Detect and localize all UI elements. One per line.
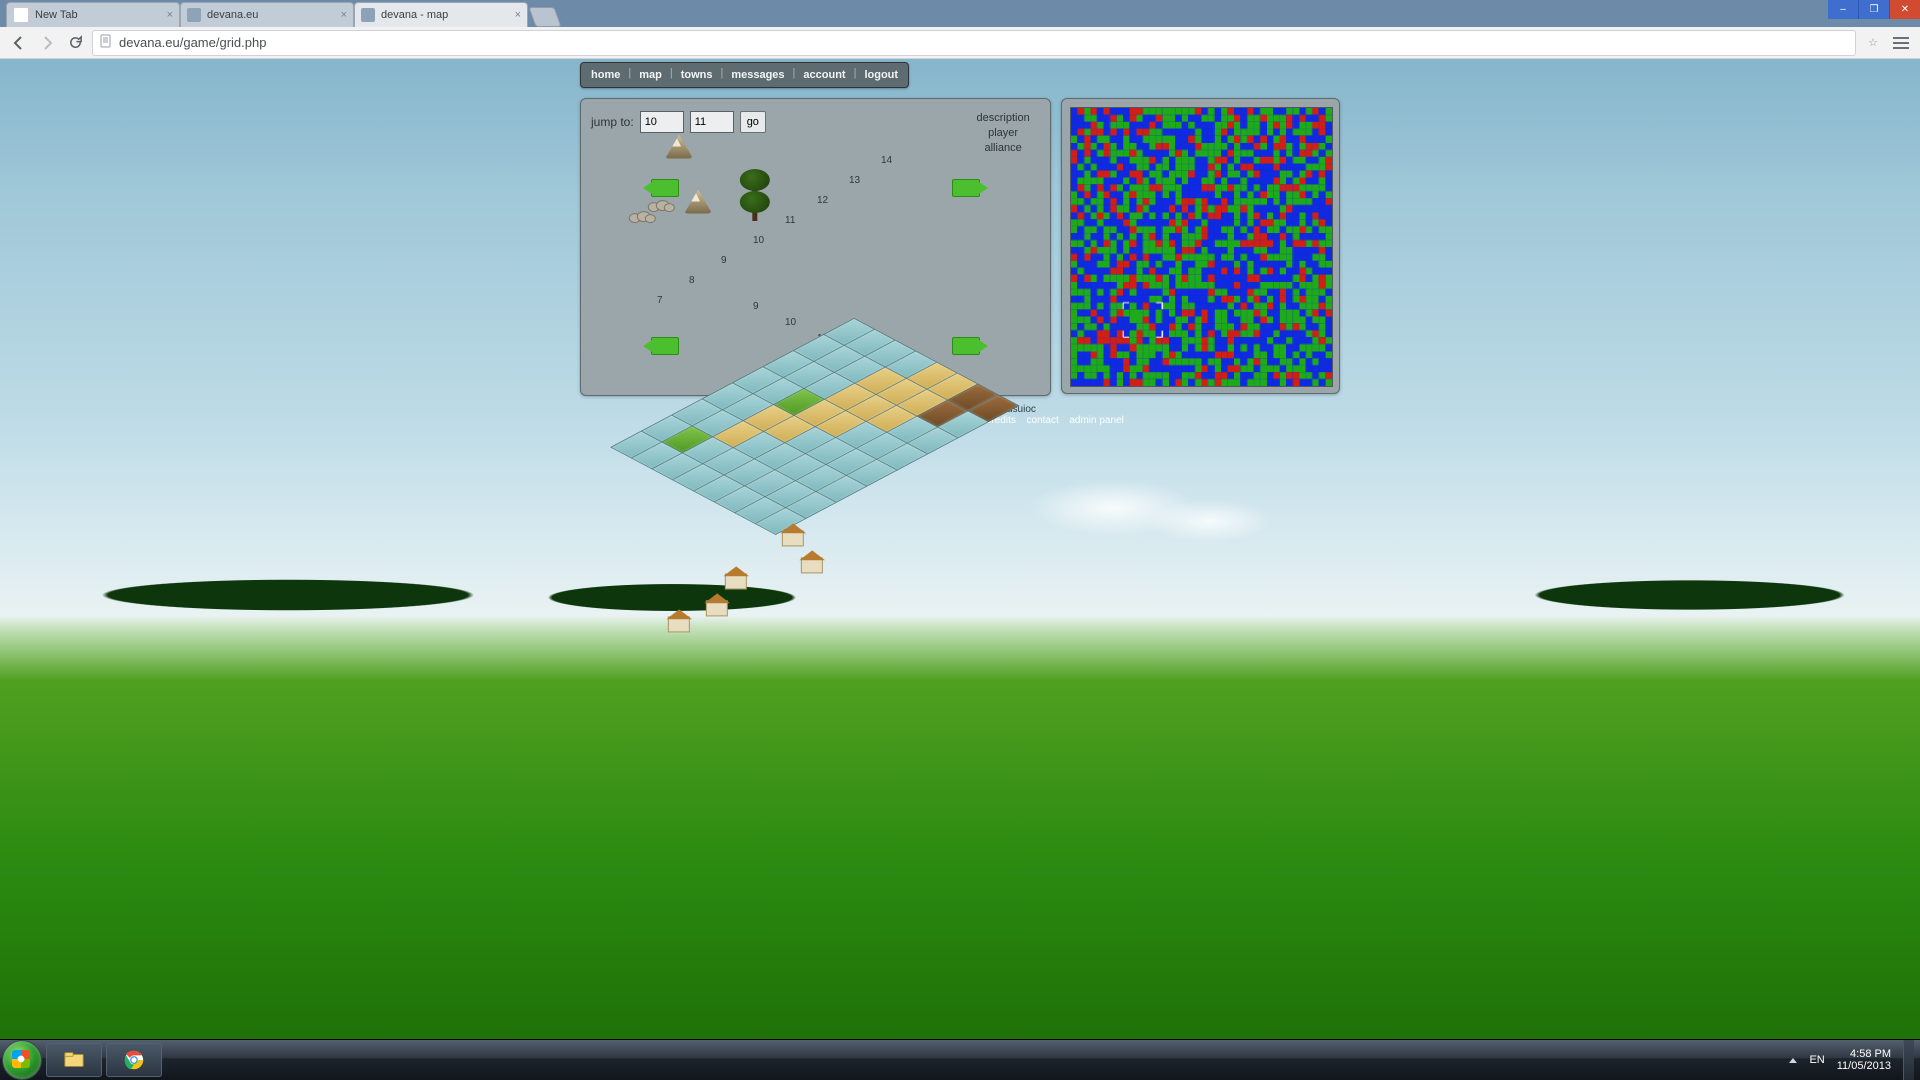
minimap-canvas[interactable] — [1070, 107, 1333, 387]
newtab-icon — [13, 7, 29, 23]
go-button[interactable]: go — [740, 111, 766, 133]
info-player: player — [977, 126, 1030, 141]
tray-overflow-icon[interactable] — [1789, 1058, 1797, 1063]
minimap-panel — [1061, 98, 1340, 394]
tab-label: New Tab — [35, 9, 78, 21]
sprite-layer — [698, 599, 932, 679]
address-bar[interactable]: devana.eu/game/grid.php — [92, 30, 1856, 56]
url-text: devana.eu/game/grid.php — [119, 35, 266, 50]
new-tab-button[interactable] — [528, 7, 561, 27]
game-menu: home|map|towns|messages|account|logout — [580, 62, 909, 88]
game-container: home|map|towns|messages|account|logout j… — [580, 62, 1340, 426]
info-description: description — [977, 111, 1030, 126]
window-maximize-button[interactable]: ❐ — [1858, 0, 1890, 19]
language-indicator[interactable]: EN — [1809, 1054, 1824, 1066]
menu-messages[interactable]: messages — [727, 67, 788, 83]
show-desktop-button[interactable] — [1903, 1040, 1914, 1080]
reload-button[interactable] — [64, 32, 86, 54]
axis-label: 10 — [753, 235, 764, 246]
menu-button[interactable] — [1890, 32, 1912, 54]
menu-account[interactable]: account — [799, 67, 849, 83]
close-icon[interactable]: × — [341, 9, 347, 21]
axis-label: 8 — [689, 275, 695, 286]
window-controls: – ❐ ✕ — [1828, 0, 1920, 19]
jump-x-input[interactable] — [640, 111, 684, 133]
bookmark-star-button[interactable]: ☆ — [1862, 32, 1884, 54]
menu-map[interactable]: map — [635, 67, 666, 83]
axis-label: 12 — [817, 195, 828, 206]
nav-arrow-nw[interactable] — [651, 179, 679, 197]
menu-home[interactable]: home — [587, 67, 624, 83]
map-panel: jump to: go description player alliance — [580, 98, 1051, 396]
nav-arrow-sw[interactable] — [651, 337, 679, 355]
taskbar-right: EN 4:58 PM 11/05/2013 — [1789, 1040, 1920, 1080]
site-icon — [187, 8, 201, 22]
iso-wrap — [698, 254, 932, 679]
jump-y-input[interactable] — [690, 111, 734, 133]
panels-row: jump to: go description player alliance — [580, 98, 1340, 396]
taskbar-chrome[interactable] — [106, 1043, 162, 1077]
rocks-sprite — [629, 209, 653, 223]
footer-link-admin-panel[interactable]: admin panel — [1069, 415, 1123, 426]
menu-logout[interactable]: logout — [860, 67, 902, 83]
mountain-sprite — [665, 135, 693, 159]
hut-sprite — [801, 557, 823, 573]
back-button[interactable] — [8, 32, 30, 54]
page-icon — [99, 34, 113, 51]
site-icon — [361, 8, 375, 22]
jump-form: jump to: go — [591, 111, 766, 133]
window-minimize-button[interactable]: – — [1828, 0, 1858, 19]
forward-button[interactable] — [36, 32, 58, 54]
rocks-sprite — [648, 198, 672, 212]
browser-window: – ❐ ✕ New Tab × devana.eu × devana - map… — [0, 0, 1920, 1040]
mountain-sprite — [684, 190, 712, 214]
tab-label: devana.eu — [207, 9, 258, 21]
tab-strip: New Tab × devana.eu × devana - map × — [0, 0, 1920, 27]
footer-link-contact[interactable]: contact — [1026, 415, 1058, 426]
taskbar: EN 4:58 PM 11/05/2013 — [0, 1039, 1920, 1080]
info-alliance: alliance — [977, 141, 1030, 156]
axis-label: 13 — [849, 175, 860, 186]
axis-label: 7 — [657, 295, 663, 306]
clock[interactable]: 4:58 PM 11/05/2013 — [1837, 1048, 1891, 1072]
tab-label: devana - map — [381, 9, 448, 21]
close-icon[interactable]: × — [515, 9, 521, 21]
menu-towns[interactable]: towns — [677, 67, 717, 83]
hut-sprite — [706, 600, 728, 616]
hut-sprite — [782, 530, 804, 546]
tab-newtab[interactable]: New Tab × — [6, 2, 180, 27]
nav-arrow-se[interactable] — [952, 337, 980, 355]
start-button[interactable] — [2, 1040, 42, 1080]
hut-sprite — [668, 616, 690, 632]
page-viewport: home|map|towns|messages|account|logout j… — [0, 58, 1920, 1040]
close-icon[interactable]: × — [167, 9, 173, 21]
tab-devana-map[interactable]: devana - map × — [354, 2, 528, 27]
clock-date: 11/05/2013 — [1837, 1060, 1891, 1072]
browser-toolbar: devana.eu/game/grid.php ☆ — [0, 27, 1920, 59]
clock-time: 4:58 PM — [1850, 1048, 1891, 1060]
axis-label: 14 — [881, 155, 892, 166]
tab-devana[interactable]: devana.eu × — [180, 2, 354, 27]
window-close-button[interactable]: ✕ — [1890, 0, 1920, 19]
jump-label: jump to: — [591, 115, 634, 129]
hut-sprite — [725, 573, 747, 589]
axis-label: 11 — [785, 215, 795, 226]
taskbar-explorer[interactable] — [46, 1043, 102, 1077]
tile-info: description player alliance — [977, 111, 1030, 156]
nav-arrow-ne[interactable] — [952, 179, 980, 197]
